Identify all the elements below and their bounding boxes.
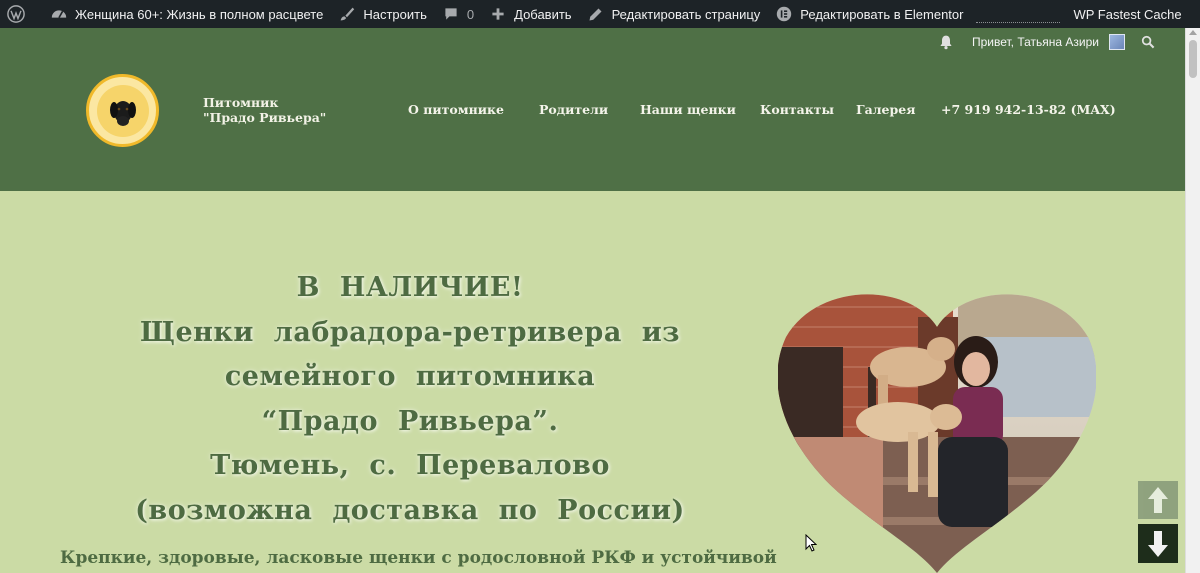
comments-menu[interactable]: 0	[434, 0, 481, 28]
hero-line: В НАЛИЧИЕ!	[296, 272, 524, 303]
hero-line: семейного питомника	[224, 361, 596, 392]
plus-icon	[488, 4, 508, 24]
site-title-line2: "Прадо Ривьера"	[203, 110, 327, 125]
admin-bar: Женщина 60+: Жизнь в полном расцвете Нас…	[0, 0, 1200, 28]
hero-line: “Прадо Ривьера”.	[261, 405, 559, 437]
edit-page-label: Редактировать страницу	[611, 6, 761, 22]
nav-parents[interactable]: Родители	[539, 102, 608, 117]
dashboard-icon	[49, 4, 69, 24]
comments-count: 0	[466, 6, 475, 22]
page-scrollbar[interactable]	[1185, 28, 1200, 573]
elementor-icon	[774, 4, 794, 24]
search-icon[interactable]	[1141, 35, 1155, 49]
edit-page-menu[interactable]: Редактировать страницу	[579, 0, 768, 28]
loading-indicator	[976, 0, 1061, 28]
nav-phone[interactable]: +7 919 942-13-82 (MAX)	[941, 102, 1116, 117]
pencil-icon	[586, 4, 606, 24]
hero-subtext: Крепкие, здоровые, ласковые щенки с родо…	[60, 548, 777, 568]
add-new-menu[interactable]: Добавить	[481, 0, 578, 28]
site-title[interactable]: Питомник "Прадо Ривьера"	[203, 95, 333, 125]
avatar[interactable]	[1109, 34, 1125, 50]
bell-icon[interactable]	[938, 34, 954, 50]
arrow-down-icon	[1148, 530, 1168, 557]
scrollbar-up-arrow[interactable]	[1189, 30, 1197, 35]
nav-about[interactable]: О питомнике	[408, 102, 504, 117]
nav-gallery[interactable]: Галерея	[856, 102, 915, 117]
wordpress-icon	[6, 4, 26, 24]
mouse-cursor	[805, 534, 817, 552]
customize-menu[interactable]: Настроить	[330, 0, 434, 28]
nav-puppies[interactable]: Наши щенки	[640, 102, 736, 117]
site-name: Женщина 60+: Жизнь в полном расцвете	[75, 6, 324, 22]
hero-line: Тюмень, с. Перевалово	[210, 450, 610, 481]
site-title-line1: Питомник	[203, 95, 279, 110]
site-name-menu[interactable]: Женщина 60+: Жизнь в полном расцвете	[42, 0, 330, 28]
arrow-up-icon	[1148, 487, 1168, 513]
add-new-label: Добавить	[514, 6, 572, 22]
comment-icon	[441, 4, 461, 24]
brush-icon	[337, 4, 357, 24]
cache-menu[interactable]: WP Fastest Cache	[1066, 0, 1188, 28]
site-header: Привет, Татьяна Азири Питомник "Прадо Ри…	[0, 28, 1185, 191]
user-bar: Привет, Татьяна Азири	[938, 34, 1155, 50]
edit-elementor-label: Редактировать в Elementor	[800, 6, 964, 22]
scrollbar-thumb[interactable]	[1189, 40, 1197, 78]
hero-line: Щенки лабрадора-ретривера из	[140, 316, 680, 348]
customize-label: Настроить	[363, 6, 427, 22]
site-logo[interactable]	[86, 74, 159, 147]
cache-label: WP Fastest Cache	[1073, 6, 1182, 22]
wp-logo-menu[interactable]	[0, 0, 42, 28]
heart-photo	[778, 294, 1096, 573]
dog-emblem	[96, 84, 149, 137]
edit-elementor-menu[interactable]: Редактировать в Elementor	[767, 0, 970, 28]
scroll-up-button[interactable]	[1138, 481, 1178, 519]
nav-contacts[interactable]: Контакты	[760, 102, 834, 117]
scroll-down-button[interactable]	[1138, 524, 1178, 563]
hero-headline: В НАЛИЧИЕ! Щенки лабрадора-ретривера из …	[60, 266, 760, 533]
hero-line: (возможна доставка по России)	[135, 494, 685, 526]
user-greeting[interactable]: Привет, Татьяна Азири	[972, 35, 1099, 49]
